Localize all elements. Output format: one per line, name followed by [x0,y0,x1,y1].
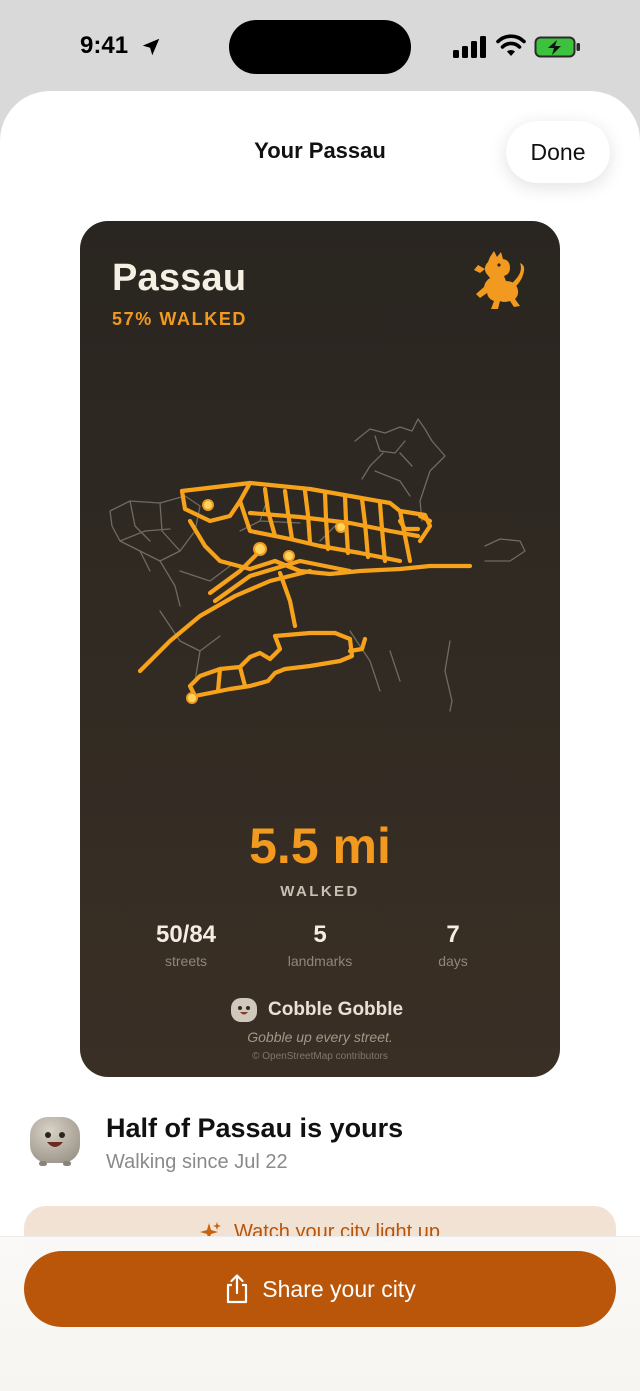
stat-streets: 50/84 streets [116,921,256,969]
stat-label: landmarks [287,953,353,969]
lion-crest-icon [474,251,525,309]
stat-days: 7 days [383,921,523,969]
cobble-mascot-avatar [30,1117,80,1166]
brand-tagline: Gobble up every street. [247,1029,393,1045]
brand-row: Cobble Gobble [230,995,403,1025]
stat-landmarks: 5 landmarks [250,921,390,969]
cobble-mascot-icon [231,998,257,1022]
cellular-signal-icon [453,36,486,58]
share-icon [227,1274,248,1304]
location-arrow-icon [142,38,160,56]
city-share-card: Passau 57% WALKED 5.5 mi WALKED 50/84 st… [80,221,560,1077]
summary-title: Half of Passau is yours [106,1113,404,1143]
walked-streets-map [109,418,526,712]
battery-charging-icon [534,36,580,58]
share-button-label: Share your city [262,1275,416,1302]
stat-value: 7 [446,921,460,948]
distance-walked-value: 5.5 mi [249,818,391,874]
map-attribution: © OpenStreetMap contributors [252,1051,388,1062]
stat-label: days [438,953,468,969]
done-button[interactable]: Done [506,121,610,183]
card-progress-label: 57% WALKED [112,309,248,329]
bottom-action-bar: Share your city [0,1236,640,1391]
stat-value: 5 [313,921,327,948]
card-city-name: Passau [112,257,247,299]
share-city-button[interactable]: Share your city [24,1251,616,1327]
wifi-icon [496,34,526,56]
stat-label: streets [164,953,207,969]
stat-value: 50/84 [155,921,217,948]
status-time: 9:41 [80,32,129,59]
share-sheet: Your Passau Done Passau 57% WALKED 5.5 m… [0,91,640,1391]
summary-subtitle: Walking since Jul 22 [106,1151,288,1173]
brand-name: Cobble Gobble [268,999,404,1020]
dynamic-island [229,20,411,74]
status-bar: 9:41 [0,0,640,92]
distance-walked-label: WALKED [280,883,360,900]
